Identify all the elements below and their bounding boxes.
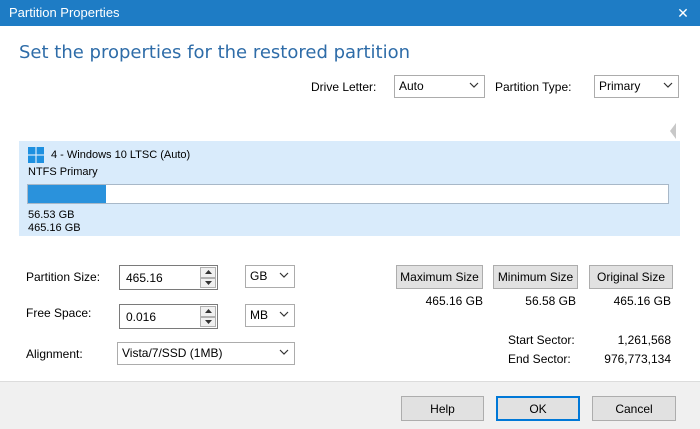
start-sector-label: Start Sector: bbox=[508, 333, 575, 347]
usage-bar bbox=[27, 184, 669, 204]
usage-bar-fill bbox=[28, 185, 106, 203]
partition-size-value: 465.16 bbox=[126, 271, 163, 285]
total-size: 465.16 GB bbox=[28, 222, 81, 234]
panel-handle-icon[interactable] bbox=[669, 122, 677, 140]
drive-letter-label: Drive Letter: bbox=[311, 80, 377, 94]
page-heading: Set the properties for the restored part… bbox=[19, 42, 410, 63]
decrement-button[interactable] bbox=[200, 277, 216, 288]
partition-filesystem: NTFS Primary bbox=[28, 166, 98, 178]
start-sector-value: 1,261,568 bbox=[617, 333, 671, 347]
chevron-down-icon bbox=[469, 82, 479, 88]
drive-letter-value: Auto bbox=[399, 79, 424, 93]
dialog-footer: Help OK Cancel bbox=[0, 381, 700, 429]
increment-button[interactable] bbox=[200, 267, 216, 278]
partition-map-panel[interactable]: 4 - Windows 10 LTSC (Auto) NTFS Primary … bbox=[19, 141, 680, 236]
close-button[interactable]: ✕ bbox=[666, 0, 700, 26]
partition-type-value: Primary bbox=[599, 79, 641, 93]
title-bar: Partition Properties ✕ bbox=[0, 0, 700, 26]
chevron-down-icon bbox=[204, 319, 212, 324]
help-button[interactable]: Help bbox=[401, 396, 484, 421]
ok-button[interactable]: OK bbox=[496, 396, 580, 421]
free-space-unit-select[interactable]: MB bbox=[245, 304, 295, 327]
partition-name: 4 - Windows 10 LTSC (Auto) bbox=[51, 149, 191, 161]
free-space-value: 0.016 bbox=[126, 310, 157, 324]
end-sector-label: End Sector: bbox=[508, 352, 571, 366]
partition-size-unit-select[interactable]: GB bbox=[245, 265, 295, 288]
partition-size-unit: GB bbox=[250, 269, 268, 283]
original-size-value: 465.16 GB bbox=[613, 294, 671, 308]
drive-letter-select[interactable]: Auto bbox=[394, 75, 485, 98]
partition-size-label: Partition Size: bbox=[26, 270, 101, 284]
cancel-button[interactable]: Cancel bbox=[592, 396, 676, 421]
windows-logo-icon bbox=[28, 147, 44, 163]
chevron-down-icon bbox=[279, 272, 289, 278]
close-icon: ✕ bbox=[677, 4, 689, 21]
free-space-unit: MB bbox=[250, 308, 268, 322]
free-space-input[interactable]: 0.016 bbox=[119, 304, 218, 329]
minimum-size-button[interactable]: Minimum Size bbox=[493, 265, 578, 289]
chevron-down-icon bbox=[663, 82, 673, 88]
end-sector-value: 976,773,134 bbox=[604, 352, 671, 366]
partition-type-select[interactable]: Primary bbox=[594, 75, 679, 98]
free-space-label: Free Space: bbox=[26, 306, 92, 320]
alignment-select[interactable]: Vista/7/SSD (1MB) bbox=[117, 342, 295, 365]
maximum-size-value: 465.16 GB bbox=[425, 294, 483, 308]
alignment-value: Vista/7/SSD (1MB) bbox=[122, 346, 223, 360]
partition-size-input[interactable]: 465.16 bbox=[119, 265, 218, 290]
decrement-button[interactable] bbox=[200, 316, 216, 327]
used-size: 56.53 GB bbox=[28, 209, 75, 221]
window-title: Partition Properties bbox=[9, 5, 120, 20]
original-size-button[interactable]: Original Size bbox=[589, 265, 673, 289]
chevron-down-icon bbox=[279, 311, 289, 317]
minimum-size-value: 56.58 GB bbox=[525, 294, 576, 308]
maximum-size-button[interactable]: Maximum Size bbox=[396, 265, 483, 289]
chevron-down-icon bbox=[279, 349, 289, 355]
chevron-down-icon bbox=[204, 280, 212, 285]
chevron-up-icon bbox=[204, 309, 212, 314]
alignment-label: Alignment: bbox=[26, 347, 83, 361]
partition-type-label: Partition Type: bbox=[495, 80, 572, 94]
increment-button[interactable] bbox=[200, 306, 216, 317]
chevron-up-icon bbox=[204, 270, 212, 275]
